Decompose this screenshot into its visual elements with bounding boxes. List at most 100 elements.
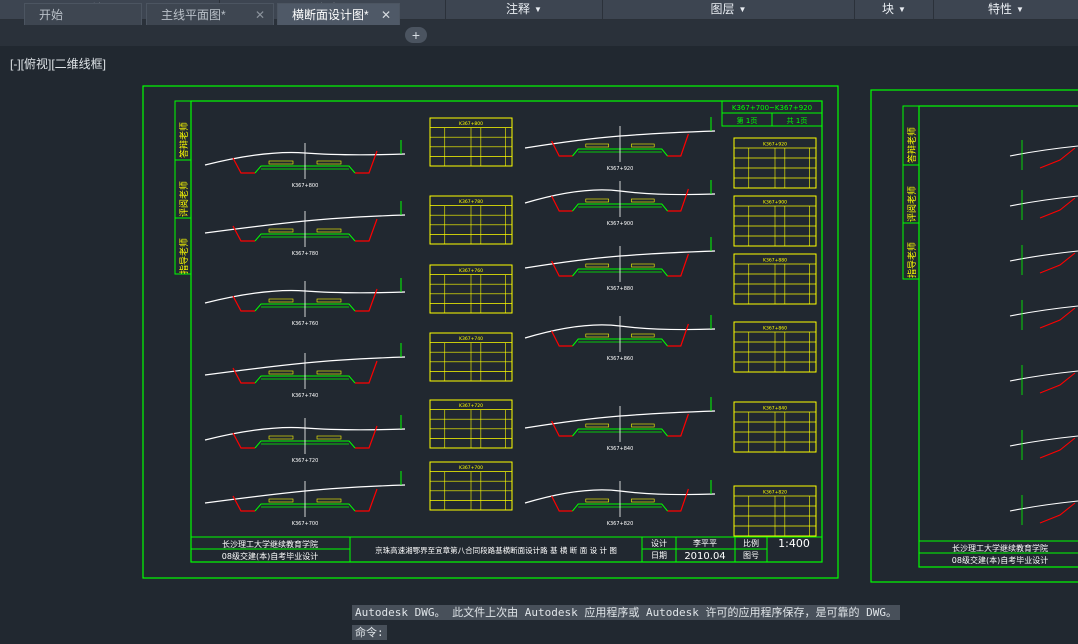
side-label-defense: 答辩老师 [178, 122, 190, 158]
lane-marker-left [585, 333, 609, 338]
close-icon[interactable]: ✕ [255, 4, 265, 26]
lane-marker-right [631, 263, 655, 268]
lane-marker-right [316, 498, 342, 503]
cut-slope-right [667, 413, 689, 437]
second-sheet-sections [1009, 140, 1078, 525]
menu-annotate[interactable]: 注释 ▼ [446, 0, 603, 19]
drawing-canvas[interactable]: 指导老师 评阅老师 答辩老师 K367+700~K367+920 第 1页 共 … [0, 47, 1078, 644]
partial-cut-slope [1039, 307, 1076, 329]
lane-marker-left [585, 263, 609, 268]
station-label: K367+820 [607, 521, 634, 527]
table-station: K367+740 [459, 336, 483, 342]
station-label: K367+800 [292, 183, 319, 189]
cross-section: K367+840 [524, 397, 716, 452]
station-label: K367+780 [292, 251, 319, 257]
class-name: 08级交建(本)自考毕业设计 [222, 551, 318, 561]
tab-mainline-plan[interactable]: 主线平面图* ✕ [146, 3, 274, 25]
side-label-advisor: 指导老师 [178, 238, 190, 274]
section-data-table: K367+800 [429, 117, 513, 167]
cut-slope-left [232, 432, 255, 449]
command-input[interactable]: 命令: [352, 625, 387, 640]
chevron-down-icon: ▼ [738, 5, 747, 14]
table-station: K367+840 [763, 406, 787, 412]
cut-slope-left [232, 295, 255, 312]
scale-label: 比例 [743, 538, 759, 548]
menu-annotate-label: 注释 [506, 2, 531, 16]
header-range: K367+700~K367+920 [732, 104, 812, 112]
cross-section: K367+700 [204, 471, 406, 527]
second-class-name: 08级交建(本)自考毕业设计 [952, 555, 1048, 565]
chevron-down-icon: ▼ [534, 5, 542, 14]
partial-cut-slope [1039, 197, 1076, 219]
station-label: K367+700 [292, 521, 319, 527]
menu-properties[interactable]: 特性 ▼ [934, 0, 1078, 19]
second-side-label-reviewer: 评阅老师 [906, 186, 918, 222]
section-data-table: K367+700 [429, 461, 513, 511]
partial-cut-slope [1039, 147, 1076, 169]
lane-marker-left [585, 198, 609, 203]
cross-section: K367+720 [204, 415, 406, 464]
section-data-table: K367+760 [429, 264, 513, 314]
lane-marker-right [316, 370, 342, 375]
designer-name: 李平平 [693, 538, 717, 548]
title-block: 长沙理工大学继续教育学院 08级交建(本)自考毕业设计 京珠高速湘鄂界至宜章第八… [191, 536, 822, 562]
section-data-table: K367+900 [733, 195, 817, 247]
table-station: K367+820 [763, 490, 787, 496]
partial-ground-line [1009, 250, 1078, 262]
lane-marker-right [316, 228, 342, 233]
partial-ground-line [1009, 145, 1078, 157]
chevron-down-icon: ▼ [898, 5, 906, 14]
cross-section: K367+800 [204, 140, 406, 189]
second-side-label-advisor: 指导老师 [906, 242, 918, 278]
partial-ground-line [1009, 500, 1078, 512]
cross-section: K367+900 [524, 180, 716, 227]
second-side-label-defense: 答辩老师 [906, 127, 918, 163]
cut-slope-left [551, 495, 573, 512]
second-sheet: 指导老师 评阅老师 答辩老师 长沙理工大学继续教育学院 08级交建(本)自考毕业… [870, 89, 1078, 583]
section-data-table: K367+720 [429, 399, 513, 449]
section-data-table: K367+840 [733, 401, 817, 453]
cut-slope-right [667, 188, 689, 212]
plus-icon[interactable]: + [405, 27, 427, 43]
lane-marker-right [631, 333, 655, 338]
lane-marker-right [631, 498, 655, 503]
tab-cross-section[interactable]: 横断面设计图* ✕ [277, 3, 400, 25]
partial-cut-slope [1039, 372, 1076, 394]
table-station: K367+760 [459, 268, 483, 274]
header-sheet: 第 1页 [737, 116, 758, 125]
table-station: K367+880 [763, 258, 787, 264]
cut-slope-right [355, 360, 378, 384]
table-station: K367+720 [459, 403, 483, 409]
partial-ground-line [1009, 195, 1078, 207]
cross-section: K367+760 [204, 278, 406, 327]
table-station: K367+860 [763, 326, 787, 332]
lane-marker-left [268, 228, 294, 233]
section-data-table: K367+920 [733, 137, 817, 189]
cut-slope-right [355, 488, 378, 512]
lane-marker-left [585, 498, 609, 503]
table-station: K367+920 [763, 142, 787, 148]
partial-ground-line [1009, 370, 1078, 382]
lane-marker-right [631, 423, 655, 428]
menu-block[interactable]: 块 ▼ [855, 0, 934, 19]
tab-start[interactable]: 开始 [24, 3, 142, 25]
close-icon[interactable]: ✕ [381, 4, 391, 26]
station-label: K367+920 [607, 166, 634, 172]
school-name: 长沙理工大学继续教育学院 [222, 539, 318, 549]
cut-slope-left [551, 330, 573, 347]
section-data-table: K367+780 [429, 195, 513, 245]
cross-section: K367+740 [204, 343, 406, 399]
partial-ground-line [1009, 305, 1078, 317]
section-data-table: K367+740 [429, 332, 513, 382]
lane-marker-left [585, 143, 609, 148]
cross-section: K367+880 [524, 237, 716, 292]
menu-layers[interactable]: 图层 ▼ [603, 0, 855, 19]
lane-marker-left [268, 435, 294, 440]
cross-section: K367+920 [524, 117, 716, 172]
menu-layers-label: 图层 [710, 2, 735, 16]
lane-marker-right [316, 298, 342, 303]
tab-start-label: 开始 [39, 8, 64, 22]
cut-slope-right [667, 323, 689, 347]
chevron-down-icon: ▼ [1016, 5, 1024, 14]
table-station: K367+780 [459, 199, 483, 205]
